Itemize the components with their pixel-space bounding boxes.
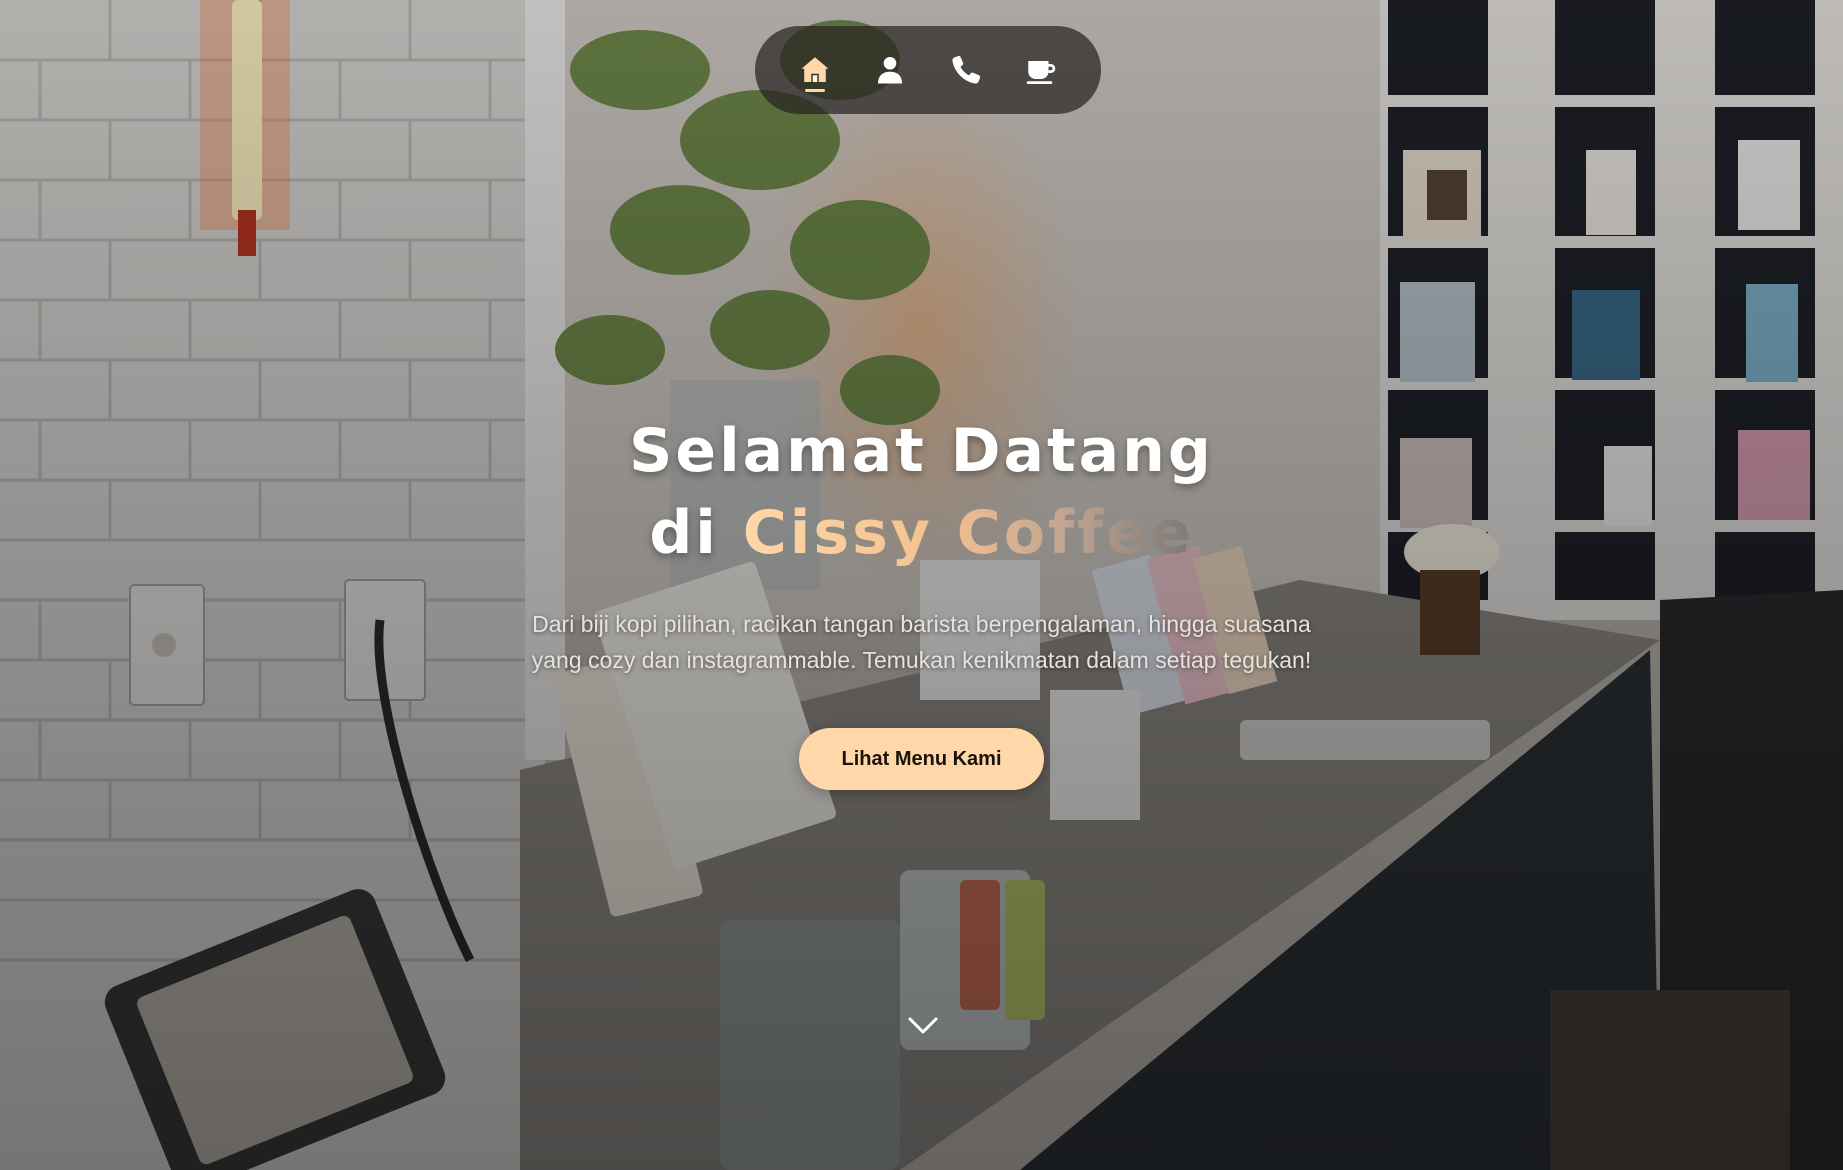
chevron-down-icon (908, 1017, 938, 1034)
hero-subtitle: Dari biji kopi pilihan, racikan tangan b… (517, 606, 1327, 678)
title-line-1: Selamat Datang (629, 416, 1214, 486)
subtitle-line-1: Dari biji kopi pilihan, racikan tangan b… (532, 611, 1311, 637)
subtitle-line-2: yang cozy dan instagrammable. Temukan ke… (531, 647, 1312, 673)
home-icon (801, 57, 829, 82)
phone-icon (952, 55, 980, 84)
hero-section: Selamat Datang di Cissy Coffee Dari biji… (0, 0, 1843, 1170)
nav-contact-button[interactable] (938, 42, 994, 98)
nav-profile-button[interactable] (862, 42, 918, 98)
nav-menu-button[interactable] (1013, 42, 1069, 98)
coffee-cup-icon (1027, 61, 1056, 84)
hero-title: Selamat Datang di Cissy Coffee (0, 410, 1843, 574)
scroll-down-button[interactable] (898, 1005, 948, 1045)
hero-content: Selamat Datang di Cissy Coffee Dari biji… (0, 410, 1843, 790)
view-menu-button[interactable]: Lihat Menu Kami (799, 728, 1044, 790)
title-prefix: di (649, 498, 719, 568)
user-icon (878, 56, 903, 84)
active-indicator (804, 89, 825, 92)
nav-home-button[interactable] (787, 42, 843, 98)
nav-pill (755, 26, 1101, 114)
brand-name: Cissy Coffee (742, 498, 1194, 568)
